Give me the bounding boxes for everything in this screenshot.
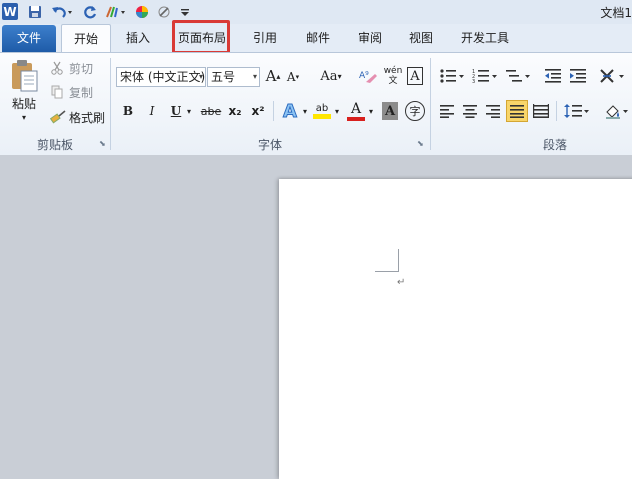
window-title: 文档1 [600,6,632,20]
divider [273,101,274,121]
paste-icon[interactable] [8,58,40,94]
shrink-font-button[interactable]: A ▾ [286,68,300,86]
quick-access-toolbar: W 文档1 [0,0,632,25]
distributed-align-button[interactable] [532,101,550,121]
watermark: S 经验 .com [520,421,610,437]
tab-references[interactable]: 引用 [245,24,285,52]
highlight-icon: ab [315,103,329,114]
enclose-char-button[interactable]: 字 [405,101,425,121]
divider [556,101,557,121]
svg-text:3: 3 [472,79,475,84]
line-spacing-button[interactable] [563,101,591,121]
highlight-dropdown-icon[interactable]: ▾ [333,104,341,118]
change-case-icon: Aa [320,68,338,84]
text-effect-dropdown-icon[interactable]: ▾ [301,104,309,118]
font-color-dropdown-icon[interactable]: ▾ [367,104,375,118]
change-case-button[interactable]: Aa ▾ [318,66,344,86]
highlight-color-bar [313,114,331,119]
word-logo-icon[interactable]: W [2,3,18,20]
char-shading-button[interactable]: A [382,102,398,120]
tab-view[interactable]: 视图 [401,24,441,52]
text-effect-button[interactable]: A [280,100,300,122]
char-border-button[interactable]: A [407,67,423,85]
increase-indent-button[interactable] [568,66,588,86]
cut-icon[interactable] [50,60,64,76]
ribbon-tab-bar: 文件 开始 插入 页面布局 引用 邮件 审阅 视图 开发工具 [0,24,632,53]
align-right-button[interactable] [484,101,502,121]
subscript-button[interactable]: x₂ [226,102,244,120]
customize-icon[interactable] [180,3,190,20]
grow-font-button[interactable]: A ▴ [265,66,281,86]
svg-text:A⁹: A⁹ [359,71,369,81]
tab-insert[interactable]: 插入 [118,24,158,52]
align-left-button[interactable] [438,101,456,121]
copy-icon[interactable] [50,84,64,100]
font-group-label: 字体 [257,138,282,152]
font-name-combo[interactable]: 宋体 (中文正文) ▾ [116,67,206,87]
paragraph-group-label: 段落 [542,138,567,152]
paste-dropdown-icon[interactable]: ▾ [18,112,30,122]
format-painter-brush-icon[interactable] [50,109,66,125]
multilevel-list-button[interactable] [504,66,532,86]
clipboard-launcher-icon[interactable]: ⬊ [99,139,108,148]
chevron-down-icon: ▾ [252,72,257,81]
superscript-button[interactable]: x² [249,102,267,120]
font-color-icon: A [350,100,362,117]
numbering-button[interactable]: 123 [471,66,499,86]
underline-dropdown-icon[interactable]: ▾ [185,104,193,118]
align-center-button[interactable] [461,101,479,121]
paste-button[interactable]: 粘贴 [8,95,40,111]
format-painter-icon[interactable] [104,3,128,20]
bullets-button[interactable] [438,66,466,86]
margin-mark [375,271,399,272]
format-painter-button[interactable]: 格式刷 [67,109,107,125]
highlight-button[interactable]: ab [312,100,332,122]
clear-format-button[interactable]: A⁹ [357,66,379,86]
underline-button[interactable]: U [168,102,184,120]
font-color-bar [347,116,365,121]
redo-icon[interactable] [82,3,98,20]
tab-home[interactable]: 开始 [61,24,111,53]
shading-button[interactable] [603,101,631,121]
chinese-layout-button[interactable] [598,66,628,86]
font-launcher-icon[interactable]: ⬊ [417,139,426,148]
shrink-font-icon: A [286,70,296,84]
tab-review[interactable]: 审阅 [350,24,390,52]
highlight-box [172,20,230,54]
phonetic-guide-button[interactable]: wén 文 [383,64,403,88]
strikethrough-button[interactable]: abe [200,102,222,120]
align-justify-button[interactable] [506,100,528,122]
font-size-value: 五号 [211,70,236,84]
paragraph-mark: ↵ [397,277,406,288]
undo-icon[interactable] [50,3,74,20]
save-icon[interactable] [27,3,43,20]
clipboard-group-label: 剪贴板 [36,138,73,152]
copy-button[interactable]: 复制 [66,84,96,100]
bold-button[interactable]: B [120,102,136,120]
tab-file[interactable]: 文件 [2,25,56,52]
font-color-button[interactable]: A [346,100,366,122]
cut-button[interactable]: 剪切 [66,60,96,76]
font-size-combo[interactable]: 五号 ▾ [207,67,260,87]
chevron-down-icon: ▾ [198,72,203,81]
pencil-icon[interactable] [156,3,172,20]
margin-mark [398,249,399,272]
tab-mailings[interactable]: 邮件 [298,24,338,52]
decrease-indent-button[interactable] [543,66,563,86]
font-name-value: 宋体 (中文正文) [120,70,206,84]
tab-developer[interactable]: 开发工具 [453,24,517,52]
color-icon[interactable] [134,3,150,20]
italic-button[interactable]: I [144,102,160,120]
grow-font-icon: A [265,67,277,85]
